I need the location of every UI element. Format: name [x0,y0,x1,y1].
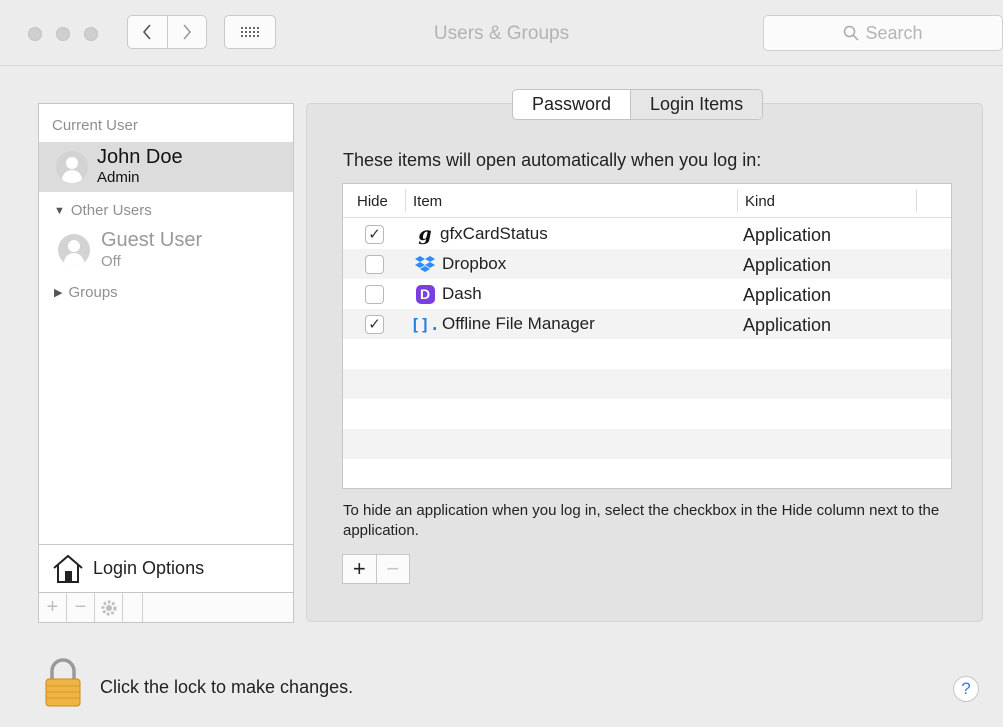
gfxcardstatus-icon: g [418,223,432,245]
user-name: Guest User [101,229,203,251]
login-options-label: Login Options [93,558,205,578]
column-header-kind[interactable]: Kind [745,193,775,210]
avatar [56,151,88,183]
dash-icon: D [415,284,435,304]
house-icon [53,554,83,583]
groups-label: Groups [68,284,118,301]
empty-row [343,459,951,488]
column-divider [916,189,917,212]
title-bar: Users & Groups Search [0,0,1003,66]
empty-row [343,369,951,399]
login-items-intro: These items will open automatically when… [343,150,762,170]
item-kind: Application [743,285,832,305]
column-divider [737,189,738,212]
login-items-table: Hide Item Kind ✓ g gfxCardStatus Applica… [342,183,952,489]
item-kind: Application [743,225,832,245]
help-button[interactable]: ? [953,676,979,702]
item-kind: Application [743,255,832,275]
table-row[interactable]: ✓ g gfxCardStatus Application [343,219,951,249]
sidebar-item-john-doe[interactable]: John Doe Admin [39,142,293,192]
offline-file-manager-icon: []. [410,314,440,334]
table-row[interactable]: ✓ []. Offline File Manager Application [343,309,951,339]
table-row[interactable]: D Dash Application [343,279,951,309]
users-sidebar: Current User John Doe Admin ▼ Other User… [38,103,294,623]
add-login-item-button[interactable]: + [343,555,376,583]
search-icon [844,25,859,41]
empty-row [343,339,951,369]
current-user-heading: Current User [52,117,138,134]
groups-item[interactable]: ▶ Groups [54,284,118,301]
gear-icon [101,600,116,615]
item-name: Dash [442,284,482,303]
tab-login-items[interactable]: Login Items [630,90,763,119]
search-input[interactable]: Search [763,15,1003,51]
column-divider [405,189,406,212]
lock-message: Click the lock to make changes. [100,677,354,697]
lock-icon[interactable] [43,657,83,707]
hide-hint-text: To hide an application when you log in, … [343,502,940,539]
tab-password[interactable]: Password [513,90,630,119]
table-row[interactable]: Dropbox Application [343,249,951,279]
disclosure-right-icon: ▶ [54,287,63,299]
add-user-button[interactable]: + [39,593,67,622]
disclosure-down-icon: ▼ [54,204,65,217]
hide-checkbox[interactable] [365,255,384,274]
action-menu-button[interactable] [95,593,123,622]
item-name: Dropbox [442,254,507,273]
sidebar-toolbar: + − [39,592,293,622]
empty-row [343,429,951,459]
user-role: Admin [97,169,140,186]
item-kind: Application [743,315,832,335]
remove-user-button[interactable]: − [67,593,95,622]
table-header: Hide Item Kind [343,184,951,218]
spacer [123,593,143,622]
hide-checkbox[interactable]: ✓ [365,225,384,244]
item-name: Offline File Manager [442,314,595,333]
avatar [58,234,90,266]
tab-bar: Password Login Items [512,89,764,120]
item-name: gfxCardStatus [440,224,548,243]
other-users-label: Other Users [70,202,152,219]
hide-checkbox[interactable] [365,285,384,304]
search-placeholder: Search [865,22,923,43]
hide-checkbox[interactable]: ✓ [365,315,384,334]
column-header-item[interactable]: Item [413,193,442,210]
other-users-heading[interactable]: ▼ Other Users [54,202,152,219]
remove-login-item-button[interactable]: − [375,555,410,583]
dropbox-icon [415,254,435,274]
sidebar-item-guest-user[interactable]: Guest User Off [39,222,293,272]
user-name: John Doe [97,146,183,168]
add-remove-control: + − [342,554,410,584]
login-options-item[interactable]: Login Options [39,544,293,592]
column-header-hide[interactable]: Hide [357,193,388,210]
empty-row [343,399,951,429]
user-status: Off [101,253,121,270]
